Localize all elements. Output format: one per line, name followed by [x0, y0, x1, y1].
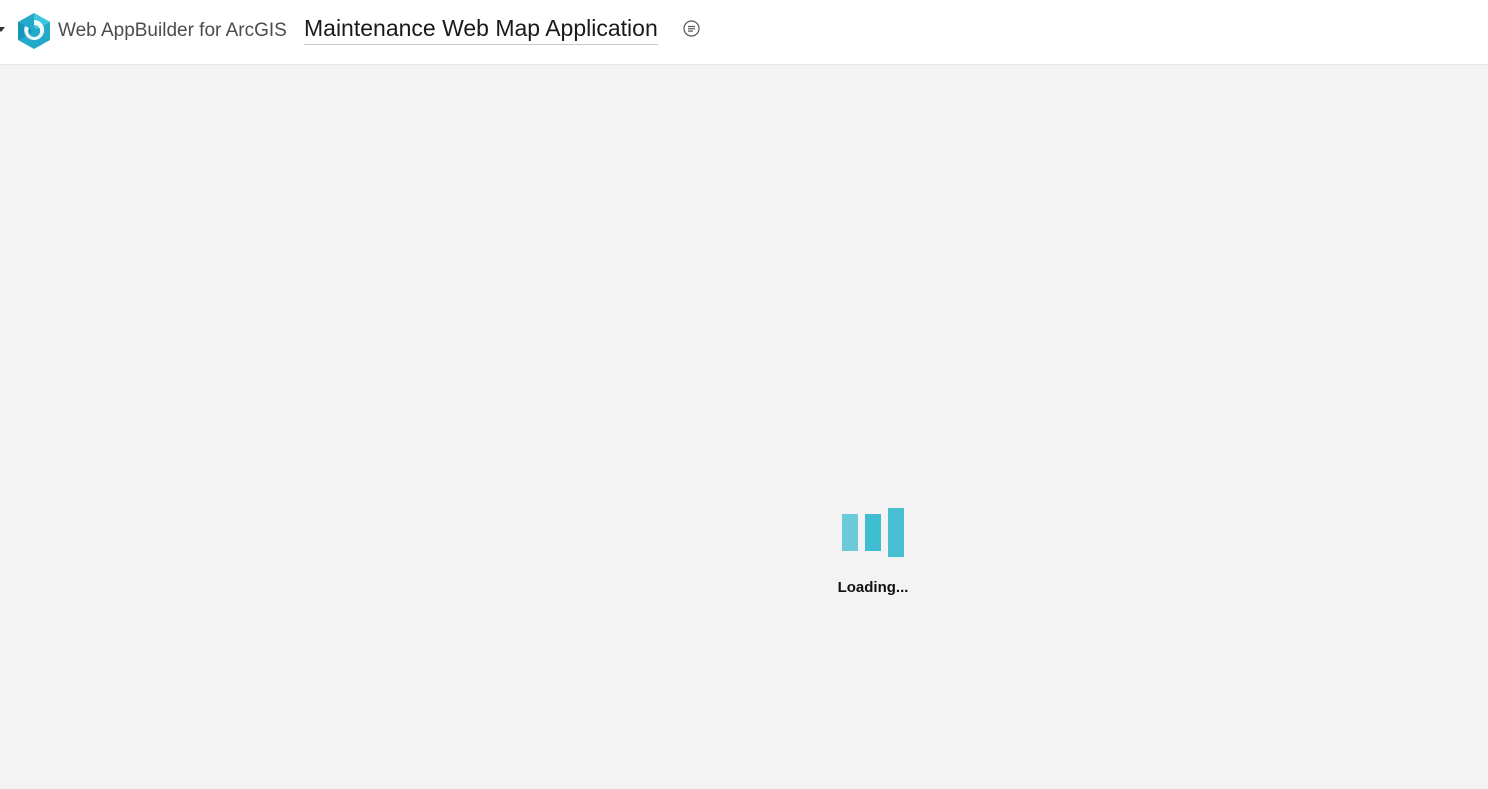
loading-bars-icon	[842, 508, 906, 558]
map-area	[0, 65, 1488, 789]
loading-bar	[888, 508, 904, 557]
menu-caret-icon[interactable]	[0, 27, 5, 32]
app-title[interactable]: Maintenance Web Map Application	[304, 14, 658, 45]
loading-bar	[865, 514, 881, 551]
app-header: Web AppBuilder for ArcGIS Maintenance We…	[0, 0, 1488, 65]
info-lines-icon[interactable]	[683, 20, 700, 37]
loading-bar	[842, 514, 858, 551]
loading-text: Loading...	[837, 579, 909, 596]
brand-name: Web AppBuilder for ArcGIS	[58, 20, 287, 41]
web-appbuilder-logo-icon[interactable]	[17, 12, 51, 50]
